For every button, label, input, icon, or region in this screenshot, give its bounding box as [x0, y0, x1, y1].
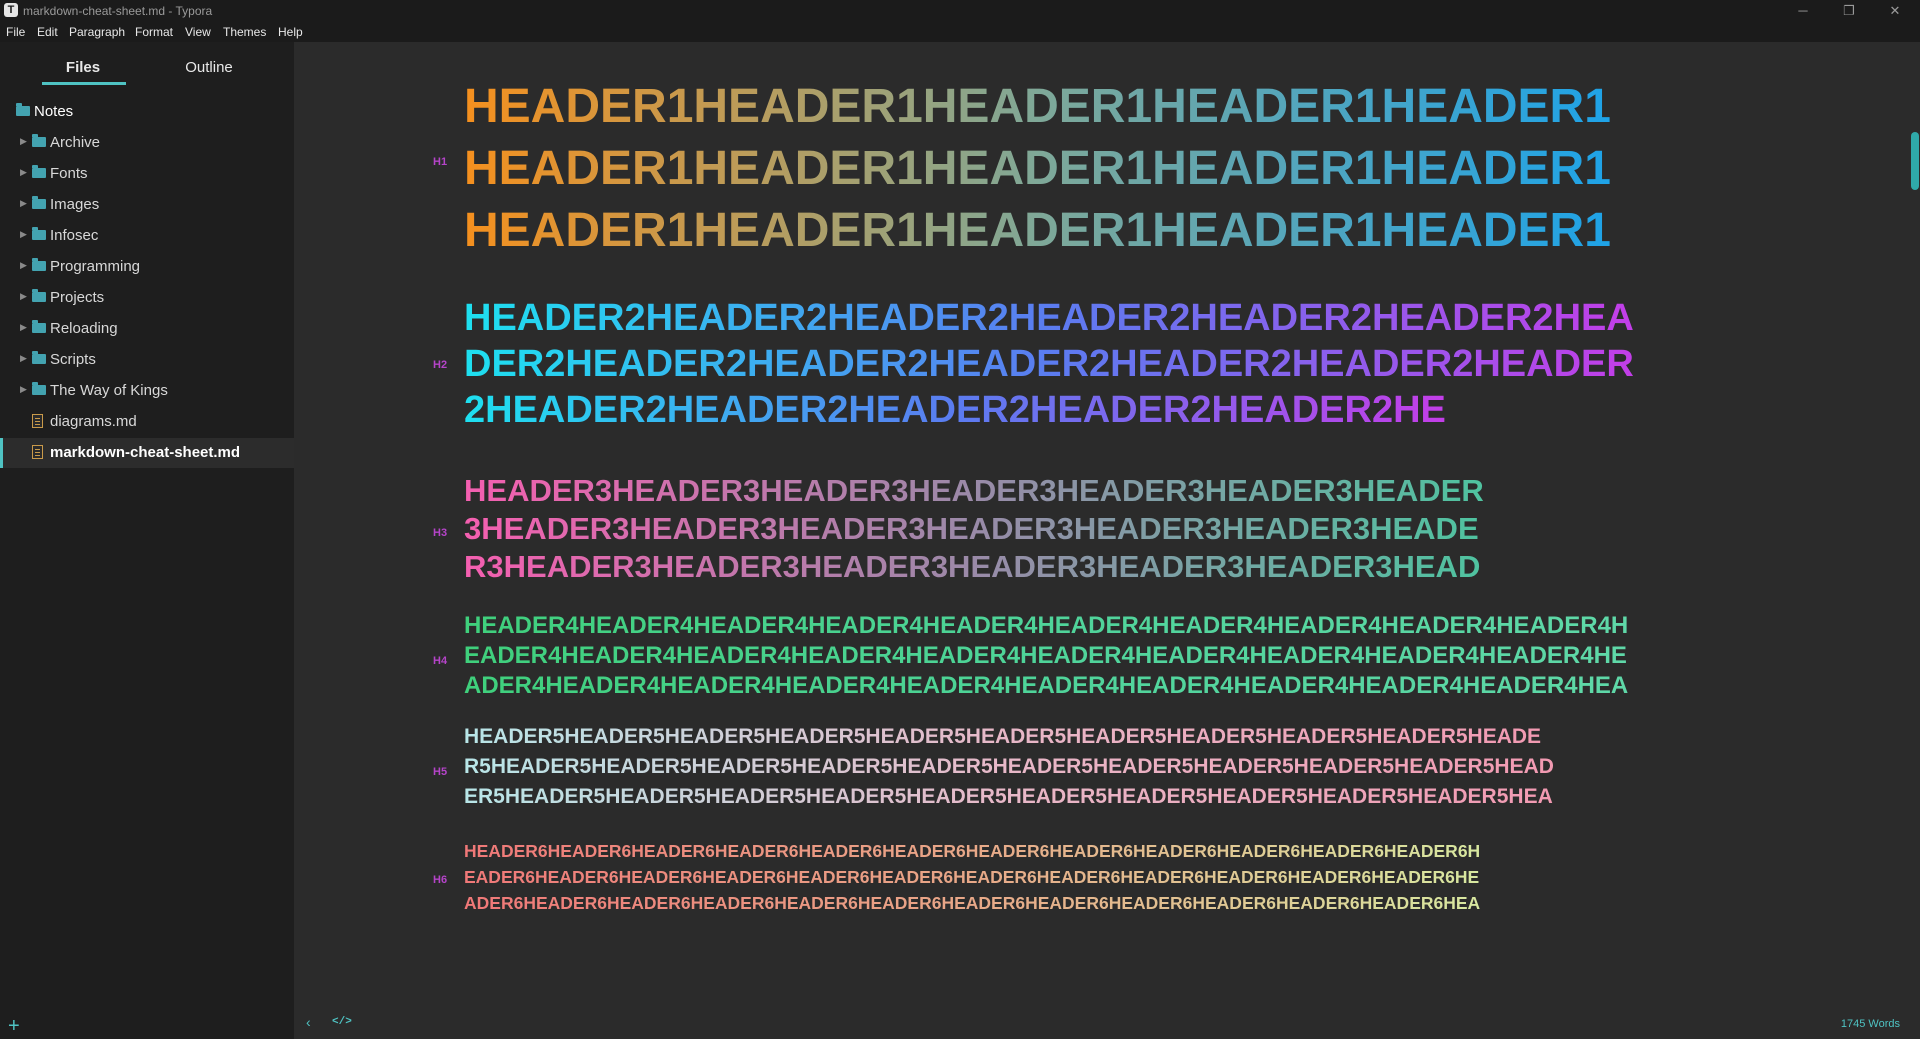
sidebar-item-fonts[interactable]: ▶ Fonts [0, 159, 294, 189]
caret-right-icon[interactable]: ▶ [20, 229, 27, 240]
word-count[interactable]: 1745 Words [1841, 1018, 1900, 1030]
menu-file[interactable]: File [6, 25, 25, 39]
source-code-mode-icon[interactable]: </> [332, 1016, 352, 1028]
toggle-sidebar-chevron-icon[interactable]: ‹ [306, 1014, 311, 1030]
folder-icon [32, 134, 46, 147]
heading-5-line[interactable]: R5HEADER5HEADER5HEADER5HEADER5HEADER5HEA… [464, 752, 1554, 782]
menu-format[interactable]: Format [135, 25, 173, 39]
heading-6-line[interactable]: ADER6HEADER6HEADER6HEADER6HEADER6HEADER6… [464, 890, 1480, 916]
caret-right-icon[interactable]: ▶ [20, 322, 27, 333]
sidebar-item-markdown-cheat-sheet-md[interactable]: markdown-cheat-sheet.md [0, 438, 294, 468]
sidebar-item-programming[interactable]: ▶ Programming [0, 252, 294, 282]
sidebar-item-archive[interactable]: ▶ Archive [0, 128, 294, 158]
sidebar-item-reloading[interactable]: ▶ Reloading [0, 314, 294, 344]
caret-right-icon[interactable]: ▶ [20, 167, 27, 178]
heading-level-tag: H1 [433, 156, 448, 168]
heading-4-line[interactable]: EADER4HEADER4HEADER4HEADER4HEADER4HEADER… [464, 641, 1627, 671]
heading-1-line[interactable]: HEADER1HEADER1HEADER1HEADER1HEADER1 [464, 200, 1611, 262]
heading-1-line[interactable]: HEADER1HEADER1HEADER1HEADER1HEADER1 [464, 138, 1611, 200]
caret-right-icon[interactable]: ▶ [20, 384, 27, 395]
editor-pane[interactable]: H1 HEADER1HEADER1HEADER1HEADER1HEADER1 H… [294, 42, 1920, 1039]
heading-2-line[interactable]: 2HEADER2HEADER2HEADER2HEADER2HEADER2HE [464, 387, 1446, 433]
folder-icon [32, 227, 46, 240]
folder-icon [32, 165, 46, 178]
caret-right-icon[interactable]: ▶ [20, 353, 27, 364]
heading-3-line[interactable]: HEADER3HEADER3HEADER3HEADER3HEADER3HEADE… [464, 472, 1484, 510]
caret-right-icon[interactable]: ▶ [20, 198, 27, 209]
tab-outline[interactable]: Outline [149, 59, 269, 76]
folder-label: The Way of Kings [50, 382, 168, 399]
caret-right-icon[interactable]: ▶ [20, 136, 27, 147]
sidebar-item-images[interactable]: ▶ Images [0, 190, 294, 220]
heading-2-line[interactable]: HEADER2HEADER2HEADER2HEADER2HEADER2HEADE… [464, 295, 1634, 341]
menu-help[interactable]: Help [278, 25, 303, 39]
heading-level-tag: H2 [433, 359, 448, 371]
sidebar-item-scripts[interactable]: ▶ Scripts [0, 345, 294, 375]
folder-label: Notes [34, 103, 74, 120]
heading-5-line[interactable]: ER5HEADER5HEADER5HEADER5HEADER5HEADER5HE… [464, 782, 1553, 812]
heading-level-tag: H6 [433, 874, 448, 886]
menu-themes[interactable]: Themes [223, 25, 266, 39]
folder-label: Programming [50, 258, 141, 275]
folder-label: Projects [50, 289, 105, 306]
folder-label: Infosec [50, 227, 99, 244]
folder-label: Fonts [50, 165, 88, 182]
folder-label: Scripts [50, 351, 96, 368]
sidebar-item-the-way-of-kings[interactable]: ▶ The Way of Kings [0, 376, 294, 406]
active-tab-indicator [42, 82, 126, 85]
title-bar: T markdown-cheat-sheet.md - Typora ─ ❐ ✕ [0, 0, 1920, 22]
heading-6-line[interactable]: EADER6HEADER6HEADER6HEADER6HEADER6HEADER… [464, 864, 1479, 890]
sidebar-item-diagrams-md[interactable]: diagrams.md [0, 407, 294, 437]
menu-edit[interactable]: Edit [37, 25, 58, 39]
tab-files[interactable]: Files [23, 59, 143, 76]
folder-icon [32, 351, 46, 364]
folder-icon [32, 320, 46, 333]
sidebar-item-projects[interactable]: ▶ Projects [0, 283, 294, 313]
markdown-file-icon [32, 414, 43, 428]
folder-icon [32, 258, 46, 271]
caret-right-icon[interactable]: ▶ [20, 291, 27, 302]
heading-2-line[interactable]: DER2HEADER2HEADER2HEADER2HEADER2HEADER2H… [464, 341, 1634, 387]
heading-level-tag: H3 [433, 527, 448, 539]
window-title: markdown-cheat-sheet.md - Typora [23, 4, 213, 18]
folder-label: Images [50, 196, 100, 213]
editor-scrollbar-thumb[interactable] [1911, 132, 1919, 190]
folder-icon [32, 289, 46, 302]
folder-root-notes[interactable]: Notes [0, 97, 294, 127]
maximize-button[interactable]: ❐ [1826, 0, 1872, 22]
heading-1-line[interactable]: HEADER1HEADER1HEADER1HEADER1HEADER1 [464, 76, 1611, 138]
file-label: diagrams.md [50, 413, 137, 430]
menu-bar: File Edit Paragraph Format View Themes H… [0, 22, 1920, 42]
minimize-button[interactable]: ─ [1780, 0, 1826, 22]
file-label: markdown-cheat-sheet.md [50, 444, 241, 461]
close-button[interactable]: ✕ [1872, 0, 1918, 22]
heading-4-line[interactable]: ADER4HEADER4HEADER4HEADER4HEADER4HEADER4… [464, 671, 1628, 701]
add-file-button[interactable]: + [8, 1015, 20, 1038]
heading-level-tag: H5 [433, 766, 448, 778]
sidebar: Files Outline Notes ▶ Archive ▶ Fonts ▶ … [0, 42, 294, 1039]
caret-right-icon[interactable]: ▶ [20, 260, 27, 271]
menu-paragraph[interactable]: Paragraph [69, 25, 125, 39]
heading-3-line[interactable]: 3HEADER3HEADER3HEADER3HEADER3HEADER3HEAD… [464, 510, 1479, 548]
heading-5-line[interactable]: HEADER5HEADER5HEADER5HEADER5HEADER5HEADE… [464, 722, 1541, 752]
heading-3-line[interactable]: R3HEADER3HEADER3HEADER3HEADER3HEADER3HEA… [464, 548, 1480, 586]
active-file-marker [0, 438, 3, 468]
folder-label: Archive [50, 134, 101, 151]
folder-icon [32, 196, 46, 209]
typora-app-icon: T [4, 3, 18, 17]
folder-label: Reloading [50, 320, 118, 337]
heading-level-tag: H4 [433, 655, 448, 667]
heading-6-line[interactable]: HEADER6HEADER6HEADER6HEADER6HEADER6HEADE… [464, 838, 1480, 864]
folder-icon [16, 103, 30, 116]
heading-4-line[interactable]: HEADER4HEADER4HEADER4HEADER4HEADER4HEADE… [464, 611, 1628, 641]
menu-view[interactable]: View [185, 25, 211, 39]
folder-icon [32, 382, 46, 395]
markdown-file-icon [32, 445, 43, 459]
sidebar-item-infosec[interactable]: ▶ Infosec [0, 221, 294, 251]
